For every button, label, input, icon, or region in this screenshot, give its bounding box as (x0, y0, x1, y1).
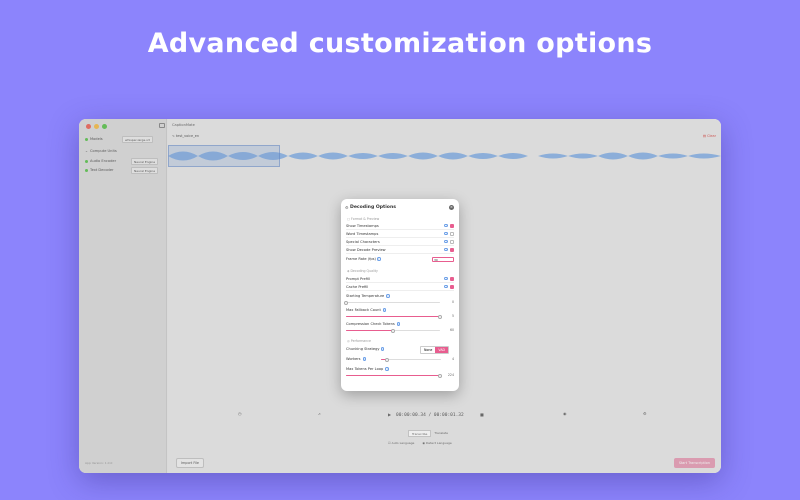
workers-slider[interactable] (381, 357, 441, 362)
section-format-label: Format & Preview (351, 217, 380, 221)
show-timestamps-row: Show Timestamps i (346, 222, 454, 230)
max-fallback-label: Max Fallback Count (346, 308, 381, 312)
starting-temperature-value: 0 (451, 300, 454, 304)
close-icon[interactable]: × (449, 205, 454, 210)
max-fallback-label-wrap: Max Fallback Count i (346, 308, 388, 312)
max-fallback-value: 5 (451, 314, 454, 318)
compression-check-value: 60 (449, 328, 454, 332)
cache-prefill-row: Cache Prefill i (346, 283, 454, 291)
chunking-vad-option[interactable]: VAD (435, 347, 448, 353)
slider-fill (346, 375, 440, 377)
frame-rate-row: Frame Rate (fps) i 30 (346, 255, 454, 263)
frame-rate-label-wrap: Frame Rate (fps) i (346, 257, 432, 261)
info-icon[interactable]: i (377, 257, 381, 261)
compression-check-label-wrap: Compression Check Tokens i (346, 322, 402, 326)
max-tokens-value: 224 (447, 373, 454, 377)
section-performance-label: Performance (350, 339, 371, 343)
slider-thumb[interactable] (438, 373, 442, 378)
frame-rate-label: Frame Rate (fps) (346, 257, 376, 261)
word-timestamps-row: Word Timestamps i (346, 230, 454, 238)
chunking-strategy-segmented: None VAD (420, 346, 449, 354)
starting-temperature-slider[interactable] (344, 300, 440, 305)
cache-prefill-checkbox[interactable] (450, 284, 454, 289)
workers-value: 4 (451, 357, 454, 361)
info-icon[interactable]: i (444, 231, 448, 236)
show-timestamps-label: Show Timestamps (346, 223, 379, 228)
sliders-icon: ⚙ (345, 205, 349, 210)
section-decoding-label: Decoding Quality (350, 269, 378, 273)
prompt-prefill-label: Prompt Prefill (346, 276, 371, 281)
info-icon[interactable]: i (444, 284, 448, 289)
slider-thumb[interactable] (391, 328, 395, 333)
max-fallback-slider[interactable] (346, 314, 442, 319)
show-decode-preview-row: Show Decode Preview i (346, 246, 454, 254)
slider-thumb[interactable] (344, 300, 348, 305)
prompt-prefill-row: Prompt Prefill i (346, 275, 454, 283)
max-tokens-label-wrap: Max Tokens Per Loop i (346, 367, 391, 371)
slider-fill (346, 316, 440, 318)
section-format: ▢ Format & Preview (347, 217, 380, 221)
slider-thumb[interactable] (385, 357, 389, 362)
workers-label: Workers (346, 357, 361, 361)
special-characters-label: Special Characters (346, 239, 380, 244)
slider-fill (346, 330, 393, 332)
section-decoding: ◈ Decoding Quality (347, 269, 378, 273)
starting-temperature-label-wrap: Starting Temperature i (346, 294, 392, 298)
compression-check-slider[interactable] (346, 328, 440, 333)
special-characters-checkbox[interactable] (450, 239, 454, 244)
show-decode-preview-checkbox[interactable] (450, 247, 454, 252)
info-icon[interactable]: i (380, 347, 385, 351)
special-characters-row: Special Characters i (346, 238, 454, 246)
info-icon[interactable]: i (444, 276, 448, 281)
max-tokens-slider[interactable] (346, 373, 442, 378)
headline: Advanced customization options (147, 28, 653, 59)
chunking-strategy-label: Chunking Strategy (346, 347, 380, 351)
info-icon[interactable]: i (385, 367, 389, 371)
show-timestamps-checkbox[interactable] (450, 223, 454, 228)
info-icon[interactable]: i (396, 322, 401, 326)
decoding-options-dialog: ⚙ Decoding Options × ▢ Format & Preview … (341, 199, 459, 391)
info-icon[interactable]: i (382, 308, 387, 312)
starting-temperature-label: Starting Temperature (346, 294, 385, 298)
compression-check-label: Compression Check Tokens (346, 322, 395, 326)
info-icon[interactable]: i (362, 357, 367, 361)
workers-label-wrap: Workers i (346, 357, 368, 361)
prompt-prefill-checkbox[interactable] (450, 276, 454, 281)
info-icon[interactable]: i (386, 294, 390, 298)
section-performance: ◎ Performance (347, 339, 371, 343)
info-icon[interactable]: i (444, 223, 448, 228)
cache-prefill-label: Cache Prefill (346, 284, 369, 289)
info-icon[interactable]: i (444, 239, 448, 244)
word-timestamps-checkbox[interactable] (450, 231, 454, 236)
max-tokens-label: Max Tokens Per Loop (346, 367, 384, 371)
word-timestamps-label: Word Timestamps (346, 231, 379, 236)
frame-rate-input[interactable]: 30 (432, 256, 454, 262)
dialog-title: Decoding Options (350, 205, 396, 210)
info-icon[interactable]: i (444, 247, 448, 252)
slider-thumb[interactable] (438, 314, 442, 319)
show-decode-preview-label: Show Decode Preview (346, 247, 386, 252)
chunking-none-option[interactable]: None (421, 347, 435, 353)
